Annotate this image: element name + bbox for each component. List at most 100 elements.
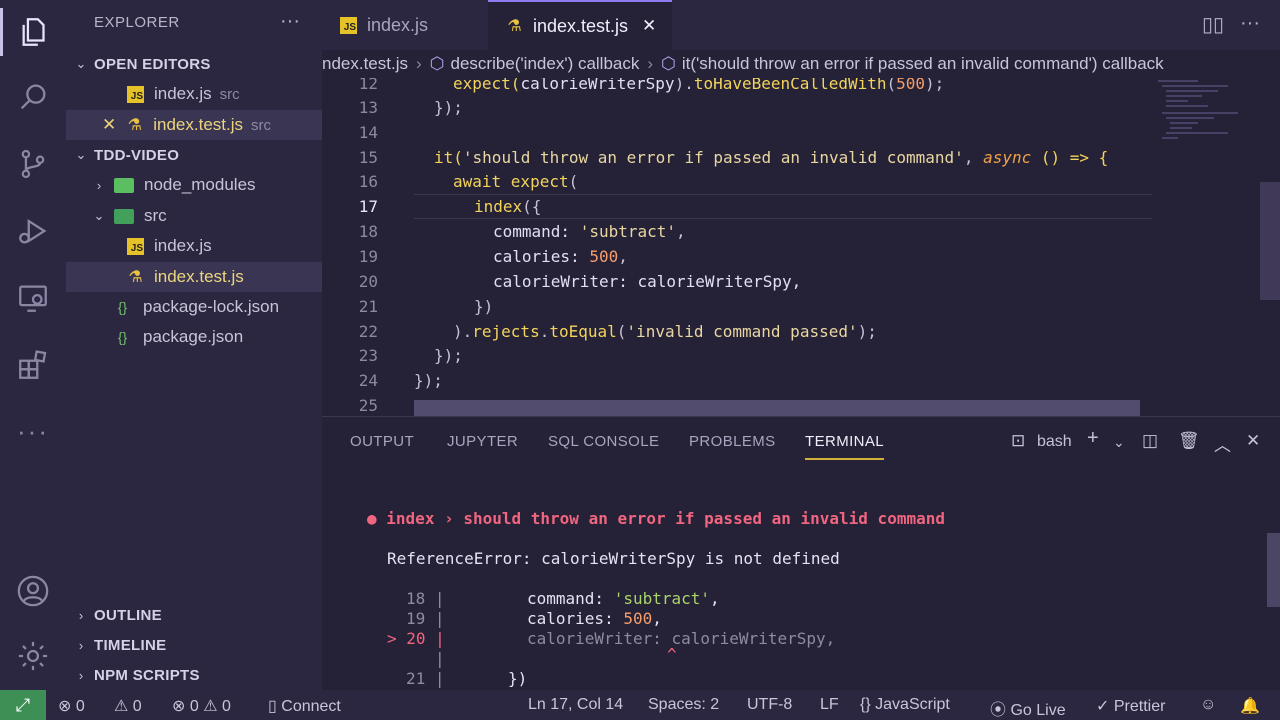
- tree-node-modules[interactable]: › node_modules: [66, 170, 322, 200]
- feedback-icon[interactable]: ☺: [1200, 696, 1216, 714]
- breadcrumb-file[interactable]: ndex.test.js: [322, 54, 408, 74]
- tree-src-index-test-js[interactable]: ⚗ index.test.js: [66, 262, 322, 292]
- line-number: 22: [358, 322, 378, 341]
- tree-src-index-js[interactable]: JS index.js: [66, 231, 322, 261]
- activity-bar: ···: [0, 0, 66, 690]
- breadcrumb-describe[interactable]: describe('index') callback: [451, 54, 640, 74]
- explorer-icon[interactable]: [0, 8, 66, 56]
- tree-package-json[interactable]: {} package.json: [66, 322, 322, 352]
- code-line-19: calories: 500,: [493, 247, 628, 266]
- open-editor-name: index.js: [154, 84, 212, 103]
- terminal-shell-icon[interactable]: ⊡: [1011, 431, 1025, 451]
- tab-index-test-js[interactable]: ⚗ index.test.js ✕: [488, 0, 672, 50]
- open-editor-index-js[interactable]: JS index.js src: [66, 79, 322, 109]
- warning-icon: ⚠: [203, 698, 218, 715]
- remote-explorer-icon[interactable]: [0, 274, 66, 322]
- chevron-down-icon[interactable]: ⌄: [1113, 434, 1125, 451]
- npm-scripts-section[interactable]: › NPM SCRIPTS: [66, 660, 322, 690]
- tab-sql-console[interactable]: SQL CONSOLE: [548, 433, 659, 450]
- function-icon: ⬡: [429, 54, 445, 73]
- line-number: 19: [358, 247, 378, 266]
- remote-indicator-icon[interactable]: ⤢: [0, 690, 46, 720]
- close-panel-icon[interactable]: ✕: [1246, 431, 1260, 451]
- breadcrumb: ndex.test.js › ⬡ describe('index') callb…: [322, 50, 1280, 78]
- editor-tabs: JS index.js ⚗ index.test.js ✕ ▯▯ ···: [322, 0, 1280, 50]
- line-number: 12: [358, 78, 378, 93]
- close-tab-icon[interactable]: ✕: [642, 16, 656, 36]
- open-editor-index-test-js[interactable]: ✕ ⚗ index.test.js src: [66, 110, 322, 140]
- check-icon: ✓: [1096, 698, 1110, 715]
- error-caret: ^: [667, 645, 677, 664]
- tab-jupyter[interactable]: JUPYTER: [447, 433, 518, 450]
- tree-label: package.json: [143, 327, 244, 346]
- errors-indicator[interactable]: ⊗ 0: [58, 696, 85, 716]
- settings-gear-icon[interactable]: [0, 632, 66, 680]
- project-label: TDD-VIDEO: [94, 146, 180, 164]
- more-icon[interactable]: ···: [0, 407, 66, 455]
- code-frame-linenum: 21 |: [406, 669, 445, 688]
- indentation[interactable]: Spaces: 2: [648, 696, 719, 714]
- encoding[interactable]: UTF-8: [747, 696, 792, 714]
- open-editors-section[interactable]: ⌄ OPEN EDITORS: [66, 49, 322, 79]
- javascript-file-icon: JS: [127, 237, 144, 255]
- line-number: 16: [358, 172, 378, 191]
- tree-label: node_modules: [144, 175, 256, 194]
- horizontal-scrollbar[interactable]: [414, 400, 1140, 416]
- code-editor[interactable]: 12 13 14 15 16 17 18 19 20 21 22 23 24 2…: [322, 78, 1280, 416]
- npm-scripts-label: NPM SCRIPTS: [94, 666, 200, 684]
- tree-src[interactable]: ⌄ src: [66, 201, 322, 231]
- outline-section[interactable]: › OUTLINE: [66, 600, 322, 630]
- breadcrumb-it[interactable]: it('should throw an error if passed an i…: [682, 54, 1164, 74]
- maximize-panel-icon[interactable]: ︿: [1214, 431, 1231, 456]
- code-frame-line: calories: 500,: [527, 609, 662, 628]
- trash-icon[interactable]: 🗑: [1178, 431, 1200, 451]
- warnings-indicator[interactable]: ⚠ 0: [114, 696, 142, 716]
- extensions-icon[interactable]: [0, 341, 66, 389]
- split-editor-icon[interactable]: ▯▯: [1202, 12, 1224, 37]
- code-line-18: command: 'subtract',: [493, 222, 686, 241]
- project-section[interactable]: ⌄ TDD-VIDEO: [66, 140, 322, 170]
- code-line-22: ).rejects.toEqual('invalid command passe…: [453, 322, 877, 341]
- editor-scrollbar[interactable]: [1260, 182, 1280, 300]
- line-number: 23: [358, 346, 378, 365]
- chevron-right-icon: ›: [78, 637, 84, 653]
- code-frame-linenum: > 20 |: [387, 629, 445, 648]
- go-live-button[interactable]: ⦿ Go Live: [990, 696, 1066, 720]
- code-frame-gutter: |: [435, 649, 445, 668]
- run-debug-icon[interactable]: [0, 207, 66, 255]
- close-icon[interactable]: ✕: [102, 115, 116, 135]
- terminal-scrollbar[interactable]: [1267, 533, 1280, 607]
- code-line-13: });: [434, 98, 463, 117]
- more-actions-icon[interactable]: ···: [1240, 12, 1260, 35]
- braces-icon: {}: [860, 696, 871, 713]
- notifications-bell-icon[interactable]: 🔔: [1240, 696, 1260, 716]
- explorer-more-icon[interactable]: ···: [280, 10, 300, 33]
- connect-button[interactable]: ▯ Connect: [268, 696, 341, 716]
- timeline-section[interactable]: › TIMELINE: [66, 630, 322, 660]
- split-terminal-icon[interactable]: ◫: [1142, 431, 1158, 451]
- end-of-line[interactable]: LF: [820, 696, 839, 714]
- prettier-button[interactable]: ✓ Prettier: [1096, 696, 1165, 716]
- source-control-icon[interactable]: [0, 140, 66, 188]
- tab-index-js[interactable]: JS index.js: [322, 0, 488, 50]
- json-file-icon: {}: [117, 329, 128, 345]
- tab-output[interactable]: OUTPUT: [350, 433, 414, 450]
- explorer-sidebar: EXPLORER ··· ⌄ OPEN EDITORS JS index.js …: [66, 0, 322, 690]
- line-number: 18: [358, 222, 378, 241]
- new-terminal-icon[interactable]: +: [1087, 427, 1099, 450]
- ports-indicator[interactable]: ⊗ 0 ⚠ 0: [172, 696, 231, 716]
- explorer-title: EXPLORER: [94, 14, 180, 31]
- terminal-shell-label[interactable]: bash: [1037, 433, 1072, 451]
- tab-terminal[interactable]: TERMINAL: [805, 433, 885, 460]
- folder-node-icon: [114, 177, 134, 193]
- account-icon[interactable]: [0, 567, 66, 615]
- search-icon[interactable]: [0, 73, 66, 121]
- tree-package-lock[interactable]: {} package-lock.json: [66, 292, 322, 322]
- warning-icon: ⚠: [114, 698, 129, 715]
- tab-problems[interactable]: PROBLEMS: [689, 433, 776, 450]
- javascript-file-icon: JS: [340, 16, 357, 34]
- language-mode[interactable]: {} JavaScript: [860, 696, 950, 714]
- cursor-position[interactable]: Ln 17, Col 14: [528, 696, 623, 714]
- code-frame-line: calorieWriter: calorieWriterSpy,: [527, 629, 836, 648]
- line-number: 17: [358, 197, 378, 216]
